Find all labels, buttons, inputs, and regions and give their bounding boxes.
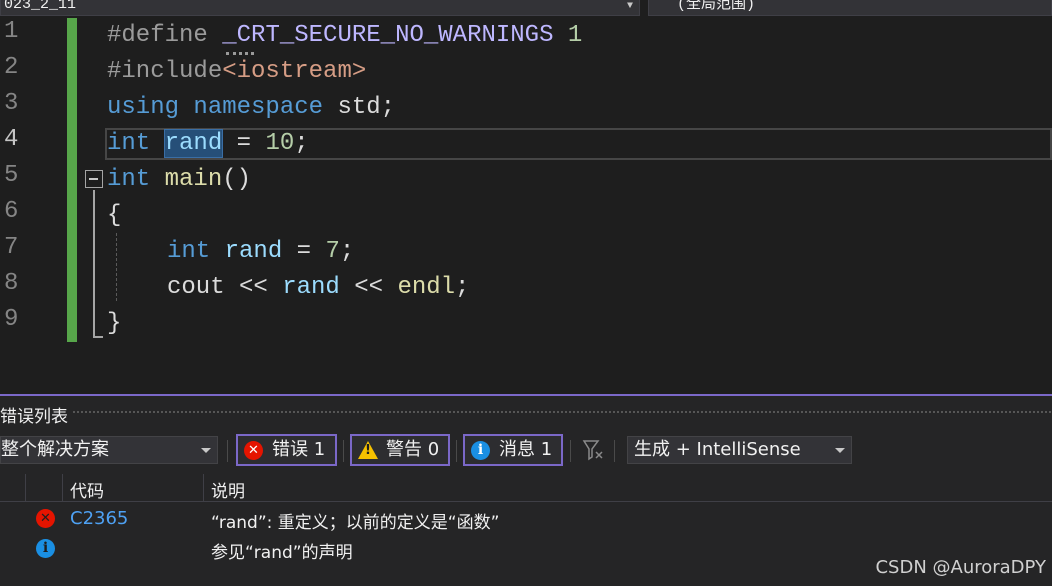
function-name: main [164, 166, 223, 193]
keyword: namespace [193, 94, 324, 121]
code-text: = [222, 130, 266, 157]
identifier: rand [282, 274, 340, 301]
number-literal: 10 [265, 130, 295, 157]
macro-value: 1 [567, 22, 583, 49]
fold-region-line [93, 190, 95, 338]
error-description: 参见“rand”的声明 [211, 543, 353, 563]
brace: { [107, 202, 122, 229]
table-row[interactable]: ✕ C2365 “rand”: 重定义；以前的定义是“函数” [0, 504, 1052, 534]
line-number: 5 [4, 162, 19, 189]
error-list-toolbar: 整个解决方案 ✕ 错误 1 ! 警告 0 i 消息 1 生成 + Intelli… [0, 432, 1052, 466]
warnings-filter-label: 警告 0 [386, 439, 440, 460]
code-text: ; [455, 274, 470, 301]
line-number: 7 [4, 234, 19, 261]
line-number: 2 [4, 54, 19, 81]
toolbar-separator [227, 440, 228, 462]
code-line-6[interactable]: { [107, 198, 121, 234]
keyword: int [107, 166, 151, 193]
scope-filter-dropdown[interactable]: 整个解决方案 [0, 436, 218, 464]
column-divider[interactable] [25, 474, 26, 502]
navigation-bar: 023_2_11 ▼ (全局范围) [0, 0, 1052, 18]
line-number: 1 [4, 18, 19, 45]
line-number: 8 [4, 270, 19, 297]
scope-filter-value: 整个解决方案 [1, 439, 109, 460]
code-text: = [282, 238, 326, 265]
macro-name: _CRT_SECURE_NO_WARNINGS [222, 22, 554, 49]
toolbar-separator [614, 440, 615, 462]
line-number: 6 [4, 198, 19, 225]
fold-region-end [93, 336, 103, 338]
code-line-2[interactable]: #include<iostream> [107, 54, 366, 90]
operator: << [224, 274, 283, 301]
chevron-down-icon [835, 448, 845, 453]
scope-dropdown[interactable]: (全局范围) [648, 0, 1052, 16]
column-header-row: 代码 说明 [0, 474, 1052, 502]
column-divider[interactable] [62, 474, 63, 502]
code-text: () [222, 166, 252, 193]
column-header-code[interactable]: 代码 [70, 477, 104, 502]
code-text: std; [337, 94, 396, 121]
project-dropdown[interactable]: 023_2_11 ▼ [0, 0, 640, 16]
code-editor[interactable]: 1 2 3 4 5 6 7 8 9 #define _CRT_SECURE_NO… [0, 18, 1052, 394]
scope-dropdown-value: (全局范围) [677, 0, 756, 13]
code-line-1[interactable]: #define _CRT_SECURE_NO_WARNINGS 1 [107, 18, 582, 54]
project-dropdown-value: 023_2_11 [4, 0, 77, 13]
code-line-4[interactable]: int rand = 10; [107, 126, 309, 162]
code-line-5[interactable]: int main() [107, 162, 251, 198]
error-icon: ✕ [244, 441, 263, 460]
indent-guide [116, 233, 117, 301]
panel-title[interactable]: 错误列表 [0, 402, 68, 427]
messages-filter-label: 消息 1 [499, 439, 553, 460]
operator: << [339, 274, 398, 301]
line-number: 9 [4, 306, 19, 333]
code-line-3[interactable]: using namespace std; [107, 90, 395, 126]
identifier: rand [224, 238, 283, 265]
toolbar-separator [456, 440, 457, 462]
errors-filter-label: 错误 1 [272, 439, 326, 460]
chevron-down-icon [201, 448, 211, 453]
change-tracking-bar [67, 18, 77, 342]
function-name: endl [397, 274, 456, 301]
filter-icon[interactable] [582, 438, 604, 462]
panel-grip[interactable] [72, 410, 1052, 415]
warnings-filter-button[interactable]: ! 警告 0 [350, 434, 450, 466]
code-line-8[interactable]: cout << rand << endl; [167, 270, 469, 306]
column-header-description[interactable]: 说明 [211, 477, 245, 502]
toolbar-separator [343, 440, 344, 462]
include-header: <iostream> [222, 58, 367, 85]
identifier: cout [167, 274, 225, 301]
build-source-value: 生成 + IntelliSense [634, 439, 801, 460]
column-divider[interactable] [203, 474, 204, 502]
brace: } [107, 310, 122, 337]
info-icon: i [471, 441, 490, 460]
errors-filter-button[interactable]: ✕ 错误 1 [236, 434, 337, 466]
line-number-current: 4 [4, 126, 19, 153]
directive: #include [107, 58, 223, 85]
code-text: ; [339, 238, 355, 265]
keyword: int [107, 130, 151, 157]
error-description: “rand”: 重定义；以前的定义是“函数” [211, 513, 500, 533]
code-line-7[interactable]: int rand = 7; [167, 234, 354, 270]
build-source-dropdown[interactable]: 生成 + IntelliSense [627, 436, 852, 464]
number-literal: 7 [325, 238, 340, 265]
error-code-link[interactable]: C2365 [70, 508, 128, 529]
directive: #define [107, 22, 208, 49]
messages-filter-button[interactable]: i 消息 1 [463, 434, 563, 466]
keyword: int [167, 238, 211, 265]
warning-icon: ! [358, 441, 378, 459]
keyword: using [107, 94, 180, 121]
info-icon: i [36, 539, 55, 558]
line-number: 3 [4, 90, 19, 117]
collapse-icon[interactable] [85, 170, 103, 188]
code-line-9[interactable]: } [107, 306, 121, 342]
code-text: ; [294, 130, 309, 157]
error-icon: ✕ [36, 509, 55, 528]
watermark: CSDN @AuroraDPY [875, 557, 1046, 578]
selected-identifier: rand [163, 129, 224, 158]
toolbar-separator [570, 440, 571, 462]
chevron-down-icon: ▼ [626, 1, 633, 12]
